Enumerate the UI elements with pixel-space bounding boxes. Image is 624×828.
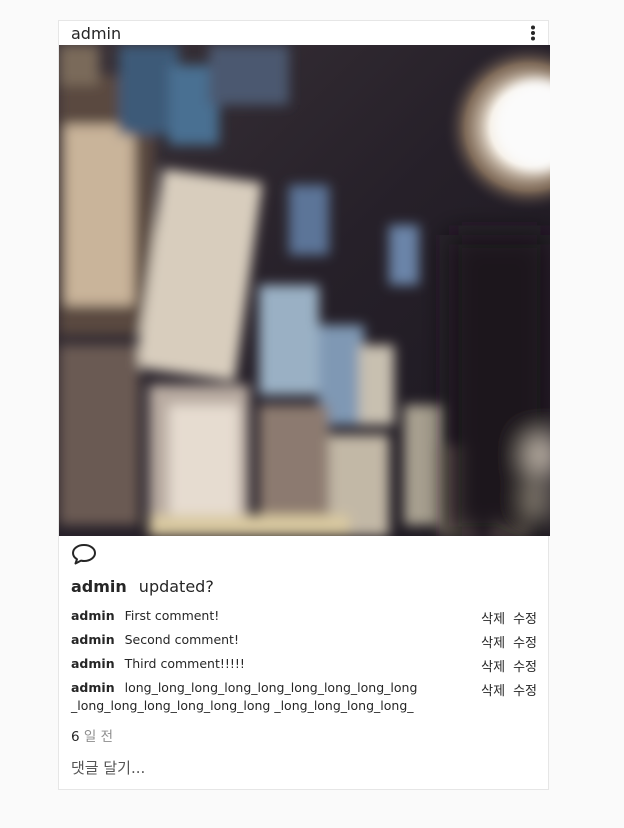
comment-item: admin Second comment! 삭제 수정 [71,631,537,655]
more-options-icon[interactable] [528,25,538,41]
edit-comment-button[interactable]: 수정 [513,636,537,651]
comment-item: admin First comment! 삭제 수정 [71,607,537,631]
add-comment-input[interactable] [71,759,531,777]
edit-comment-button[interactable]: 수정 [513,612,537,627]
comment-item: admin long_long_long_long_long_long_long_… [71,679,537,715]
timestamp-unit: 일 전 [83,729,114,745]
comment-username[interactable]: admin [71,656,115,671]
comment-text: long_long_long_long_long_long_long_long_… [71,680,418,713]
comment-username[interactable]: admin [71,608,115,623]
delete-comment-button[interactable]: 삭제 [481,636,505,651]
comment-item: admin Third comment!!!!! 삭제 수정 [71,655,537,679]
post-header: admin [59,21,548,45]
delete-comment-button[interactable]: 삭제 [481,660,505,675]
comment-text: Second comment! [124,632,239,647]
post-timestamp: 6 일 전 [71,725,113,745]
edit-comment-button[interactable]: 수정 [513,660,537,675]
caption-username[interactable]: admin [71,577,127,596]
timestamp-number: 6 [71,729,80,745]
post-card: admin admin updated? admin First comment… [58,20,550,790]
comment-icon[interactable] [71,543,97,565]
post-caption: admin updated? [71,577,214,596]
post-photo [59,45,550,536]
delete-comment-button[interactable]: 삭제 [481,612,505,627]
comment-username[interactable]: admin [71,632,115,647]
caption-text: updated? [138,577,214,596]
delete-comment-button[interactable]: 삭제 [481,684,505,699]
comment-username[interactable]: admin [71,680,115,695]
comment-list: admin First comment! 삭제 수정 admin Second com… [71,607,537,715]
comment-text: Third comment!!!!! [124,656,245,671]
comment-text: First comment! [124,608,220,623]
edit-comment-button[interactable]: 수정 [513,684,537,699]
post-author[interactable]: admin [71,24,121,43]
